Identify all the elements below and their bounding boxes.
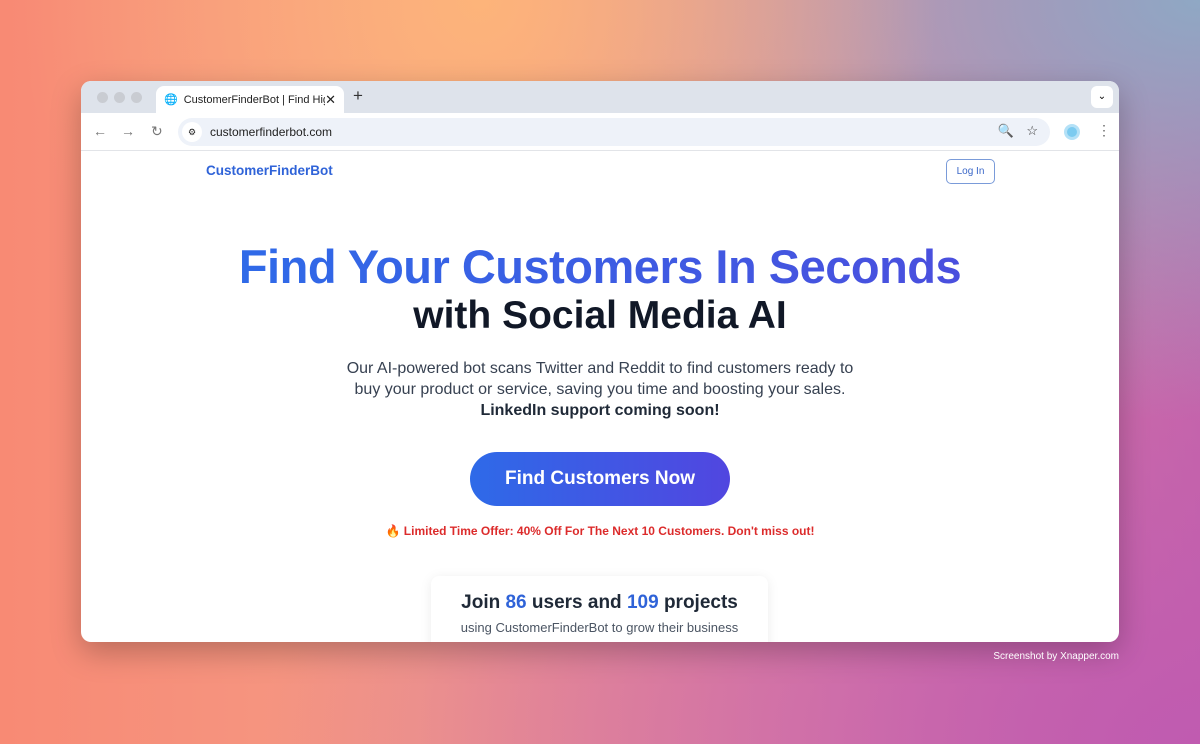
join-text: Join <box>461 592 501 613</box>
browser-window: 🌐 CustomerFinderBot | Find High ✕ + ⌄ ← … <box>81 81 1119 642</box>
users-count: 86 <box>505 592 527 613</box>
minimize-window-button[interactable] <box>114 92 125 103</box>
projects-count: 109 <box>626 592 659 613</box>
headline-line-1: Find Your Customers In Seconds <box>238 240 962 293</box>
stats-card: Join 86 users and 109 projects using Cus… <box>431 576 768 642</box>
maximize-window-button[interactable] <box>131 92 142 103</box>
users-label: users and <box>531 592 622 613</box>
description-text: Our AI-powered bot scans Twitter and Red… <box>346 360 854 398</box>
more-icon[interactable]: ⋮ <box>1097 122 1111 139</box>
description: Our AI-powered bot scans Twitter and Red… <box>341 358 859 421</box>
headline: Find Your Customers In Seconds <box>81 239 1119 294</box>
tab-active[interactable]: 🌐 CustomerFinderBot | Find High ✕ <box>156 86 344 113</box>
brand-logo[interactable]: CustomerFinderBot <box>206 163 333 178</box>
projects-label: projects <box>663 592 738 613</box>
url-text[interactable]: customerfinderbot.com <box>210 125 332 139</box>
back-icon[interactable]: ← <box>93 123 107 139</box>
close-window-button[interactable] <box>97 92 108 103</box>
description-bold: LinkedIn support coming soon! <box>480 402 720 419</box>
reload-icon[interactable]: ↻ <box>151 123 163 140</box>
zoom-out-icon[interactable]: 🔍 <box>998 123 1014 139</box>
star-icon[interactable]: ☆ <box>1026 123 1038 139</box>
page-content: CustomerFinderBot Log In Find Your Custo… <box>81 151 1119 642</box>
close-icon[interactable]: ✕ <box>325 92 336 108</box>
site-settings-icon[interactable]: ⚙ <box>182 122 202 142</box>
screenshot-credit: Screenshot by Xnapper.com <box>993 651 1119 662</box>
login-button[interactable]: Log In <box>946 159 995 184</box>
stats-headline: Join 86 users and 109 projects <box>431 592 768 614</box>
chevron-down-icon[interactable]: ⌄ <box>1091 86 1113 108</box>
toolbar: ← → ↻ ⚙ customerfinderbot.com 🔍 ☆ ⋮ <box>81 113 1119 151</box>
offer-text: Limited Time Offer: 40% Off For The Next… <box>403 524 815 538</box>
plus-icon[interactable]: + <box>353 86 363 106</box>
fire-icon: 🔥 <box>385 524 401 538</box>
headline-line-2: with Social Media AI <box>413 294 787 337</box>
tab-bar: 🌐 CustomerFinderBot | Find High ✕ + ⌄ <box>81 81 1119 113</box>
stats-subtitle: using CustomerFinderBot to grow their bu… <box>460 620 739 635</box>
extension-icon[interactable] <box>1064 124 1080 140</box>
globe-icon: 🌐 <box>164 94 178 106</box>
find-customers-button[interactable]: Find Customers Now <box>470 452 730 506</box>
offer-banner: 🔥 Limited Time Offer: 40% Off For The Ne… <box>81 524 1119 538</box>
address-bar[interactable]: ⚙ customerfinderbot.com 🔍 ☆ <box>178 118 1050 146</box>
tab-title: CustomerFinderBot | Find High <box>183 93 326 106</box>
forward-icon[interactable]: → <box>121 123 135 139</box>
